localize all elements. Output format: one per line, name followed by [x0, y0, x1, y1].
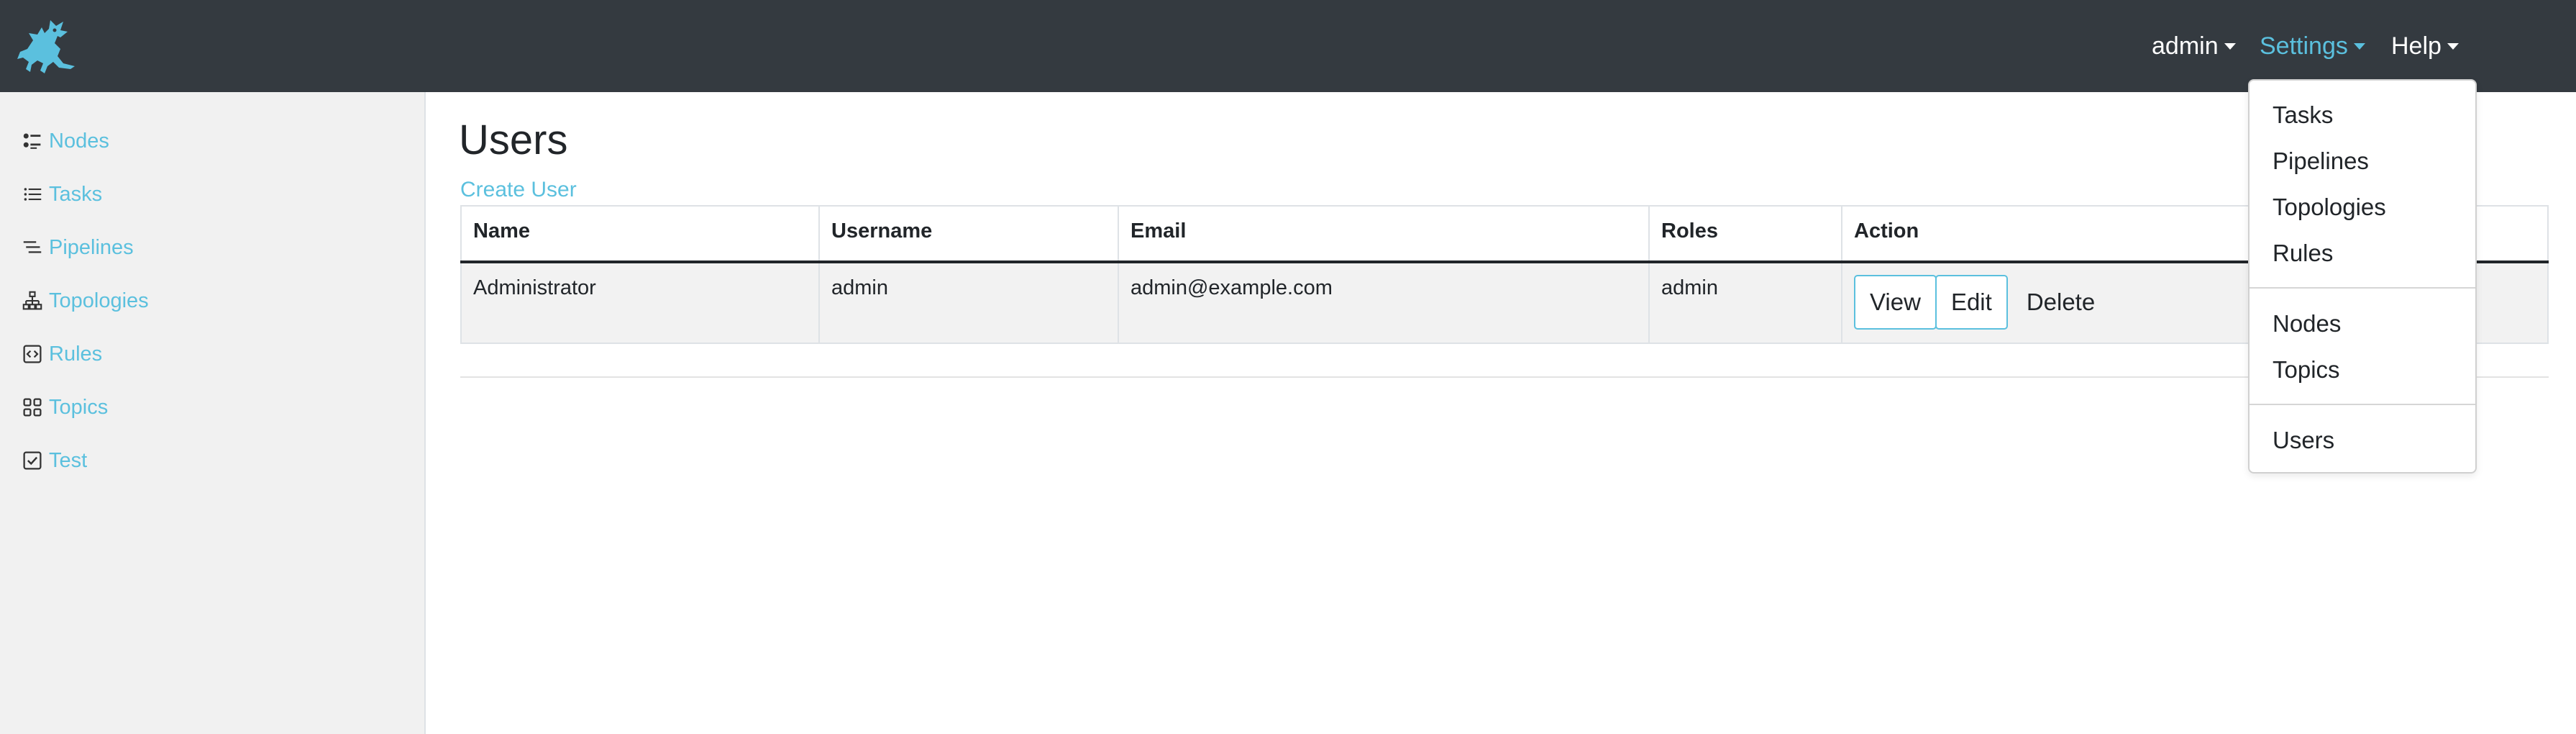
top-navbar: admin Settings Help [0, 0, 2576, 92]
topology-icon [22, 290, 43, 312]
settings-menu-label: Settings [2260, 32, 2348, 60]
cell-username: admin [818, 261, 1119, 344]
menu-item-topologies[interactable]: Topologies [2273, 191, 2386, 223]
list-icon [22, 184, 43, 205]
sidebar-item-tasks[interactable]: Tasks [22, 177, 102, 212]
column-header-roles: Roles [1648, 205, 1842, 263]
help-menu-label: Help [2391, 32, 2442, 60]
column-header-username: Username [818, 205, 1119, 263]
code-square-icon [22, 343, 43, 365]
sidebar-item-label: Tasks [49, 182, 103, 206]
help-menu[interactable]: Help [2391, 29, 2459, 63]
sidebar-item-label: Topologies [49, 289, 149, 312]
content-divider [460, 376, 2549, 378]
sidebar-item-label: Topics [49, 395, 109, 419]
caret-down-icon [2353, 43, 2365, 50]
sidebar-item-test[interactable]: Test [22, 443, 87, 478]
menu-item-tasks[interactable]: Tasks [2273, 99, 2333, 131]
menu-item-pipelines[interactable]: Pipelines [2273, 145, 2369, 177]
cell-roles: admin [1648, 261, 1842, 344]
table-header-row: Name Username Email Roles Action [460, 205, 2549, 263]
table-row: Administrator admin admin@example.com ad… [460, 261, 2549, 344]
grid-icon [22, 397, 43, 418]
settings-menu[interactable]: Settings [2260, 29, 2365, 63]
delete-button[interactable]: Delete [2011, 275, 2111, 330]
users-table: Name Username Email Roles Action Adminis… [460, 205, 2549, 344]
user-menu-label: admin [2152, 32, 2219, 60]
sidebar-item-pipelines[interactable]: Pipelines [22, 230, 134, 265]
menu-item-users[interactable]: Users [2273, 425, 2334, 456]
page-title: Users [459, 117, 568, 163]
sidebar-item-label: Test [49, 448, 88, 472]
sidebar-item-topics[interactable]: Topics [22, 390, 108, 425]
sidebar-item-nodes[interactable]: Nodes [22, 124, 109, 158]
view-button[interactable]: View [1854, 275, 1937, 330]
dragon-logo-icon[interactable] [13, 16, 78, 75]
cell-name: Administrator [460, 261, 820, 344]
menu-divider [2250, 287, 2475, 289]
sidebar-item-label: Pipelines [49, 235, 134, 259]
column-header-email: Email [1118, 205, 1650, 263]
nodes-icon [22, 130, 43, 152]
cell-email: admin@example.com [1118, 261, 1650, 344]
menu-divider [2250, 404, 2475, 405]
caret-down-icon [2224, 43, 2236, 50]
caret-down-icon [2447, 43, 2459, 50]
pipelines-icon [22, 237, 43, 258]
user-menu[interactable]: admin [2152, 29, 2236, 63]
sidebar-item-topologies[interactable]: Topologies [22, 284, 149, 318]
menu-item-rules[interactable]: Rules [2273, 237, 2333, 269]
check-square-icon [22, 450, 43, 471]
sidebar-item-label: Nodes [49, 129, 109, 153]
column-header-name: Name [460, 205, 820, 263]
sidebar-item-label: Rules [49, 342, 103, 366]
edit-button[interactable]: Edit [1935, 275, 2008, 330]
settings-dropdown-menu: Tasks Pipelines Topologies Rules Nodes T… [2248, 79, 2477, 474]
menu-item-topics[interactable]: Topics [2273, 354, 2340, 386]
sidebar: Nodes Tasks Pipelines Topologies Rules T… [0, 92, 426, 734]
sidebar-item-rules[interactable]: Rules [22, 337, 102, 371]
create-user-link[interactable]: Create User [460, 176, 577, 204]
menu-item-nodes[interactable]: Nodes [2273, 308, 2341, 340]
